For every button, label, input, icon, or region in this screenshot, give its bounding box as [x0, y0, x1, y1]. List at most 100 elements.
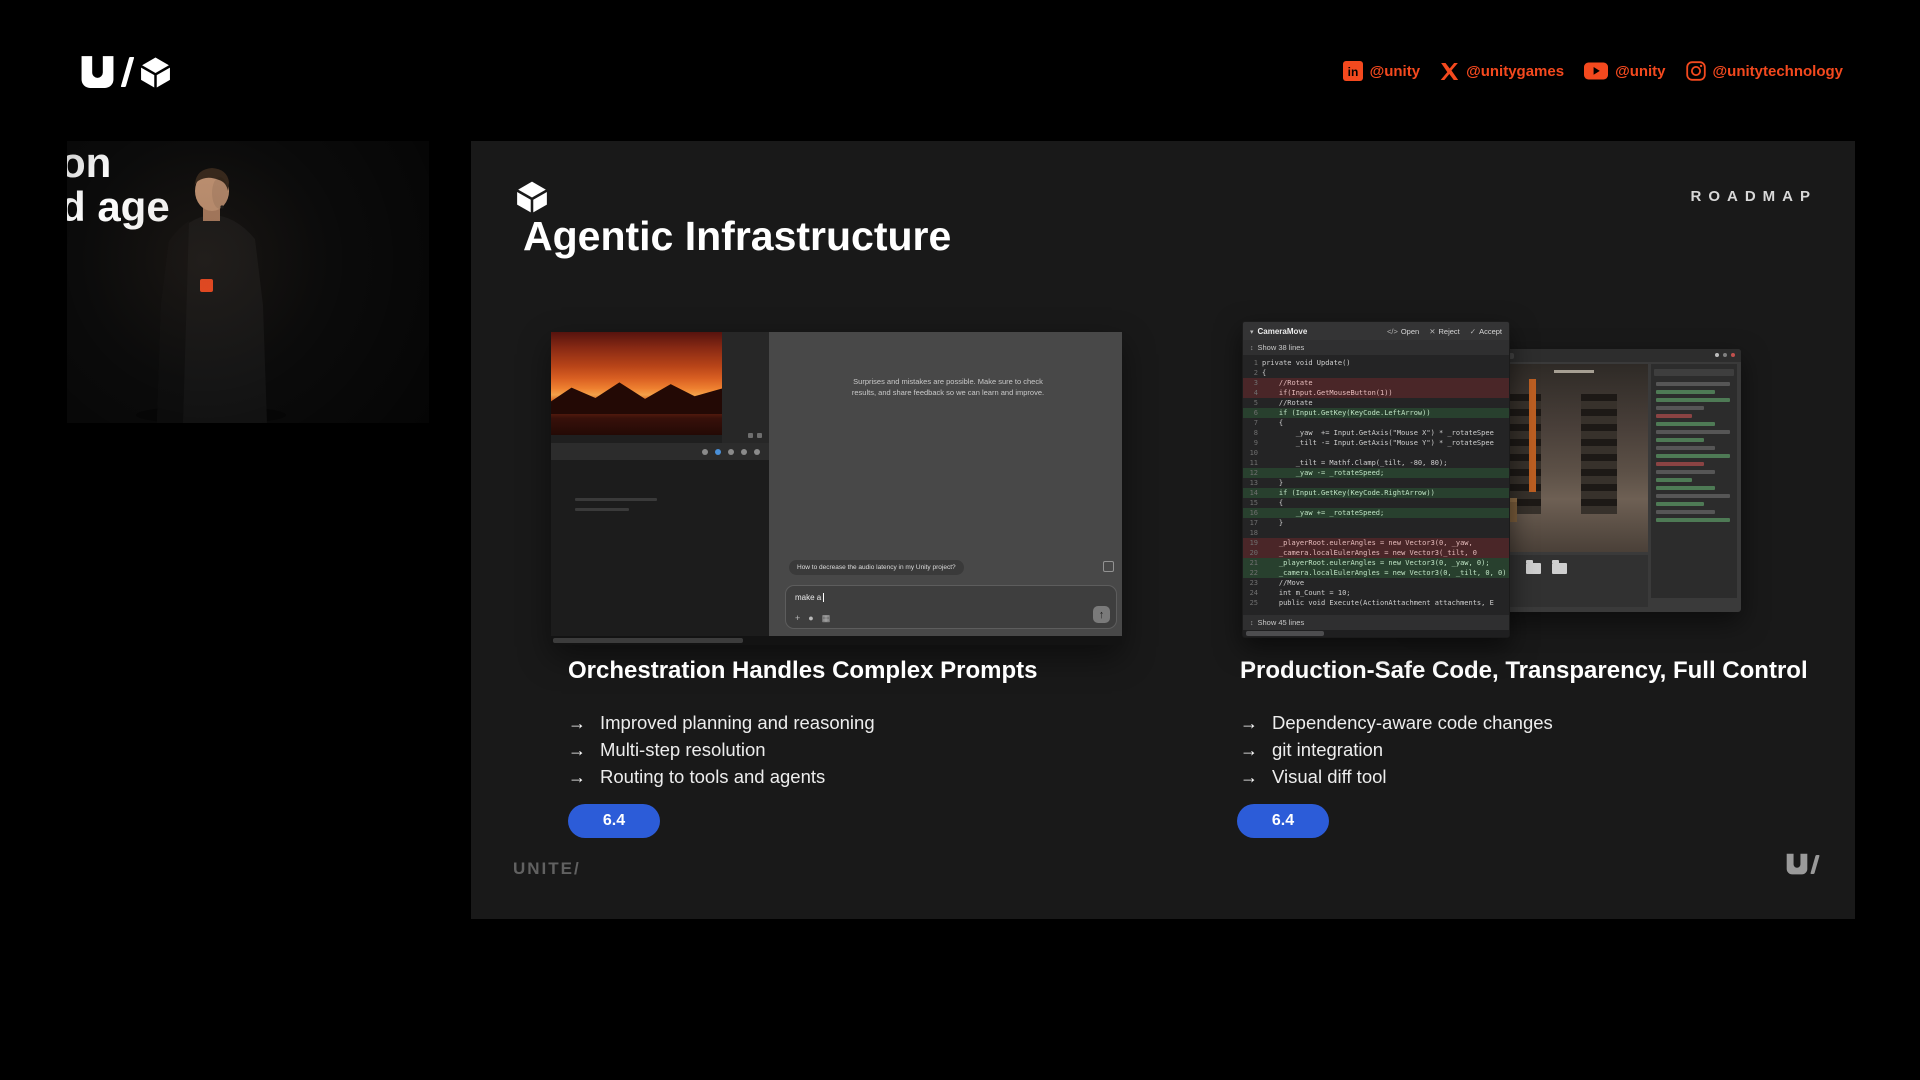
social-x[interactable]: @unitygames — [1440, 62, 1564, 81]
tool-icon[interactable] — [728, 449, 734, 455]
image-icon[interactable]: ▦ — [822, 614, 831, 623]
code-text: _yaw += Input.GetAxis("Mouse X") * _rota… — [1262, 428, 1494, 438]
line-number: 11 — [1243, 458, 1262, 468]
line-number: 14 — [1243, 488, 1262, 498]
code-text: _playerRoot.eulerAngles = new Vector3(0,… — [1262, 538, 1473, 548]
diff-file-title: CameraMove — [1258, 327, 1308, 336]
console-panel — [551, 460, 769, 636]
x-icon: ✕ — [1429, 327, 1435, 336]
code-text: _camera.localEulerAngles = new Vector3(0… — [1262, 568, 1506, 578]
code-line: 15 { — [1243, 498, 1509, 508]
plus-icon[interactable]: + — [795, 614, 800, 623]
folder-icon[interactable] — [1552, 563, 1567, 574]
chevron-down-icon[interactable] — [1250, 327, 1254, 336]
code-line: 16 _yaw += _rotateSpeed; — [1243, 508, 1509, 518]
code-line: 11 _tilt = Mathf.Clamp(_tilt, -80, 80); — [1243, 458, 1509, 468]
code-text: } — [1262, 518, 1283, 528]
text-cursor — [823, 593, 824, 602]
bullet-text: Routing to tools and agents — [600, 766, 825, 788]
diff-scrollbar[interactable] — [1243, 630, 1509, 637]
bullet-text: git integration — [1272, 739, 1383, 761]
code-text: _yaw -= _rotateSpeed; — [1262, 468, 1384, 478]
show-lines-top[interactable]: Show 38 lines — [1243, 340, 1509, 356]
folder-icon[interactable] — [1526, 563, 1541, 574]
line-number: 9 — [1243, 438, 1262, 448]
accept-button[interactable]: ✓ Accept — [1470, 327, 1502, 336]
code-line: 3 //Rotate — [1243, 378, 1509, 388]
instagram-icon — [1686, 61, 1706, 81]
code-text: _tilt = Mathf.Clamp(_tilt, -80, 80); — [1262, 458, 1447, 468]
social-handle: @unitygames — [1466, 63, 1564, 80]
bullet-text: Visual diff tool — [1272, 766, 1387, 788]
presenter-video: on d age — [67, 141, 429, 423]
unity-footer-logo — [1785, 853, 1817, 875]
social-handle: @unity — [1615, 63, 1665, 80]
code-text: { — [1262, 498, 1283, 508]
user-message: How to decrease the audio latency in my … — [789, 560, 964, 575]
text-placeholder — [575, 498, 657, 501]
code-line: 22 _camera.localEulerAngles = new Vector… — [1243, 568, 1509, 578]
column-production-safe: Production-Safe Code, Transparency, Full… — [1240, 657, 1820, 788]
roadmap-label: ROADMAP — [1691, 188, 1818, 205]
code-text: { — [1262, 368, 1266, 378]
version-badge: 6.4 — [1237, 804, 1329, 838]
line-number: 1 — [1243, 358, 1262, 368]
play-icon[interactable] — [715, 449, 721, 455]
copy-icon[interactable] — [1103, 561, 1114, 572]
bullet-text: Improved planning and reasoning — [600, 712, 875, 734]
tool-icon[interactable] — [741, 449, 747, 455]
ceiling-light — [1554, 370, 1594, 373]
check-icon: ✓ — [1470, 327, 1476, 336]
code-line: 18 — [1243, 528, 1509, 538]
prompt-input-value: make a — [795, 593, 821, 602]
slash-icon — [1810, 855, 1819, 874]
line-number: 3 — [1243, 378, 1262, 388]
horizontal-scrollbar[interactable] — [551, 636, 1122, 645]
code-line: 10 — [1243, 448, 1509, 458]
inspector-diff-panel — [1651, 364, 1737, 598]
line-number: 16 — [1243, 508, 1262, 518]
code-text: public void Execute(ActionAttachment att… — [1262, 598, 1494, 608]
unity-logo — [79, 55, 172, 89]
code-line: 20 _camera.localEulerAngles = new Vector… — [1243, 548, 1509, 558]
code-text: if(Input.GetMouseButton(1)) — [1262, 388, 1393, 398]
diff-code: 1 private void Update() 2 { 3 //Rotate — [1243, 356, 1509, 614]
line-number: 24 — [1243, 588, 1262, 598]
line-number: 18 — [1243, 528, 1262, 538]
code-text: } — [1262, 478, 1283, 488]
code-line: 25 public void Execute(ActionAttachment … — [1243, 598, 1509, 608]
arrow-icon — [1240, 766, 1258, 788]
panel-strip — [722, 332, 769, 443]
social-youtube[interactable]: @unity — [1584, 62, 1665, 80]
code-text: //Move — [1262, 578, 1304, 588]
bullet-item: Improved planning and reasoning — [568, 712, 1168, 734]
youtube-icon — [1584, 62, 1608, 80]
expand-icon — [1250, 618, 1254, 627]
line-number: 4 — [1243, 388, 1262, 398]
tool-icon[interactable] — [702, 449, 708, 455]
window-controls[interactable] — [1715, 353, 1735, 357]
line-number: 10 — [1243, 448, 1262, 458]
arrow-icon — [568, 766, 586, 788]
code-text: private void Update() — [1262, 358, 1351, 368]
bullet-item: Visual diff tool — [1240, 766, 1820, 788]
grid-icon — [748, 433, 753, 438]
show-lines-bottom[interactable]: Show 45 lines — [1243, 614, 1509, 630]
code-line: 19 _playerRoot.eulerAngles = new Vector3… — [1243, 538, 1509, 548]
mic-icon[interactable]: ● — [808, 614, 813, 623]
warehouse-rack — [1581, 394, 1617, 514]
code-line: 1 private void Update() — [1243, 358, 1509, 368]
code-text: int m_Count = 10; — [1262, 588, 1351, 598]
line-number: 12 — [1243, 468, 1262, 478]
arrow-icon — [1240, 739, 1258, 761]
tool-icon[interactable] — [754, 449, 760, 455]
social-instagram[interactable]: @unitytechnology — [1686, 61, 1843, 81]
social-linkedin[interactable]: in @unity — [1343, 61, 1420, 81]
open-button[interactable]: </> Open — [1387, 327, 1419, 336]
arrow-icon — [568, 712, 586, 734]
send-button[interactable]: ↑ — [1093, 606, 1110, 623]
reject-button[interactable]: ✕ Reject — [1429, 327, 1460, 336]
expand-icon — [1250, 343, 1254, 352]
bullet-list: Improved planning and reasoning Multi-st… — [568, 712, 1168, 788]
prompt-input[interactable]: make a + ● ▦ ↑ — [785, 585, 1117, 629]
